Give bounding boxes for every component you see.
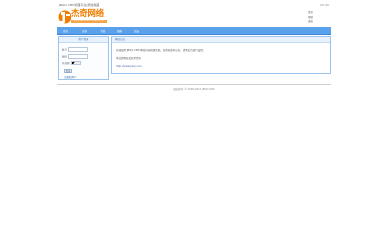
header-link[interactable]: 首页 (308, 11, 313, 16)
username-row: 账号 (62, 47, 89, 52)
username-label: 账号 (62, 48, 68, 52)
announcement-text-2: 本站提供各类技术资讯 (116, 57, 142, 60)
password-input[interactable] (68, 54, 89, 59)
page-footer: 版权所有 © 2006-2012 JIEQI.COM (57, 84, 331, 91)
password-row: 密码 (62, 54, 89, 59)
logo-text-cn: 杰奇网络 (71, 9, 104, 19)
top-left-links[interactable]: JBQQ CMS管理平台|添加收藏 (59, 3, 99, 7)
announcement-title: 网站公告 (112, 37, 330, 43)
expiry-label: 有效期 (62, 62, 70, 65)
nav-item[interactable]: 相册 (117, 29, 122, 33)
main-nav: 首页 文章 下载 相册 论坛 (57, 27, 331, 35)
login-panel-title: 用户登录 (59, 37, 108, 43)
login-button[interactable]: 登录 (64, 69, 72, 73)
site-link[interactable]: http://www.jieqi.com (116, 65, 142, 68)
header-links: 首页 帮助 退出 (308, 11, 313, 25)
login-panel: 用户登录 账号 密码 有效期 不保存 登录 注册新用户 (58, 36, 109, 80)
expiry-row: 有效期 不保存 (62, 61, 81, 65)
top-right-buttons (319, 3, 329, 7)
site-logo[interactable]: 杰奇网络 JIEQI NETWORK TECHNOLOGY (57, 9, 109, 26)
top-bar: JBQQ CMS管理平台|添加收藏 (57, 3, 331, 8)
register-link[interactable]: 注册新用户 (64, 75, 77, 79)
password-label: 密码 (62, 55, 68, 59)
header-link[interactable]: 退出 (308, 20, 313, 25)
username-input[interactable] (68, 47, 89, 52)
top-button-b[interactable] (325, 4, 329, 6)
top-button-a[interactable] (320, 4, 324, 6)
logo-mark-icon (58, 10, 71, 24)
nav-item[interactable]: 论坛 (134, 29, 139, 33)
announcement-panel: 网站公告 欢迎使用 JBQQ CMS 网站内容管理系统，如需修改本公告，请到后台… (111, 36, 331, 74)
logo-text-en: JIEQI NETWORK TECHNOLOGY (71, 20, 107, 23)
nav-item[interactable]: 首页 (63, 29, 68, 33)
announcement-text: 欢迎使用 JBQQ CMS 网站内容管理系统，如需修改本公告，请到后台进行设置。 (116, 49, 206, 52)
nav-item[interactable]: 文章 (82, 29, 87, 33)
expiry-select[interactable]: 不保存 (70, 61, 81, 65)
nav-item[interactable]: 下载 (100, 29, 105, 33)
